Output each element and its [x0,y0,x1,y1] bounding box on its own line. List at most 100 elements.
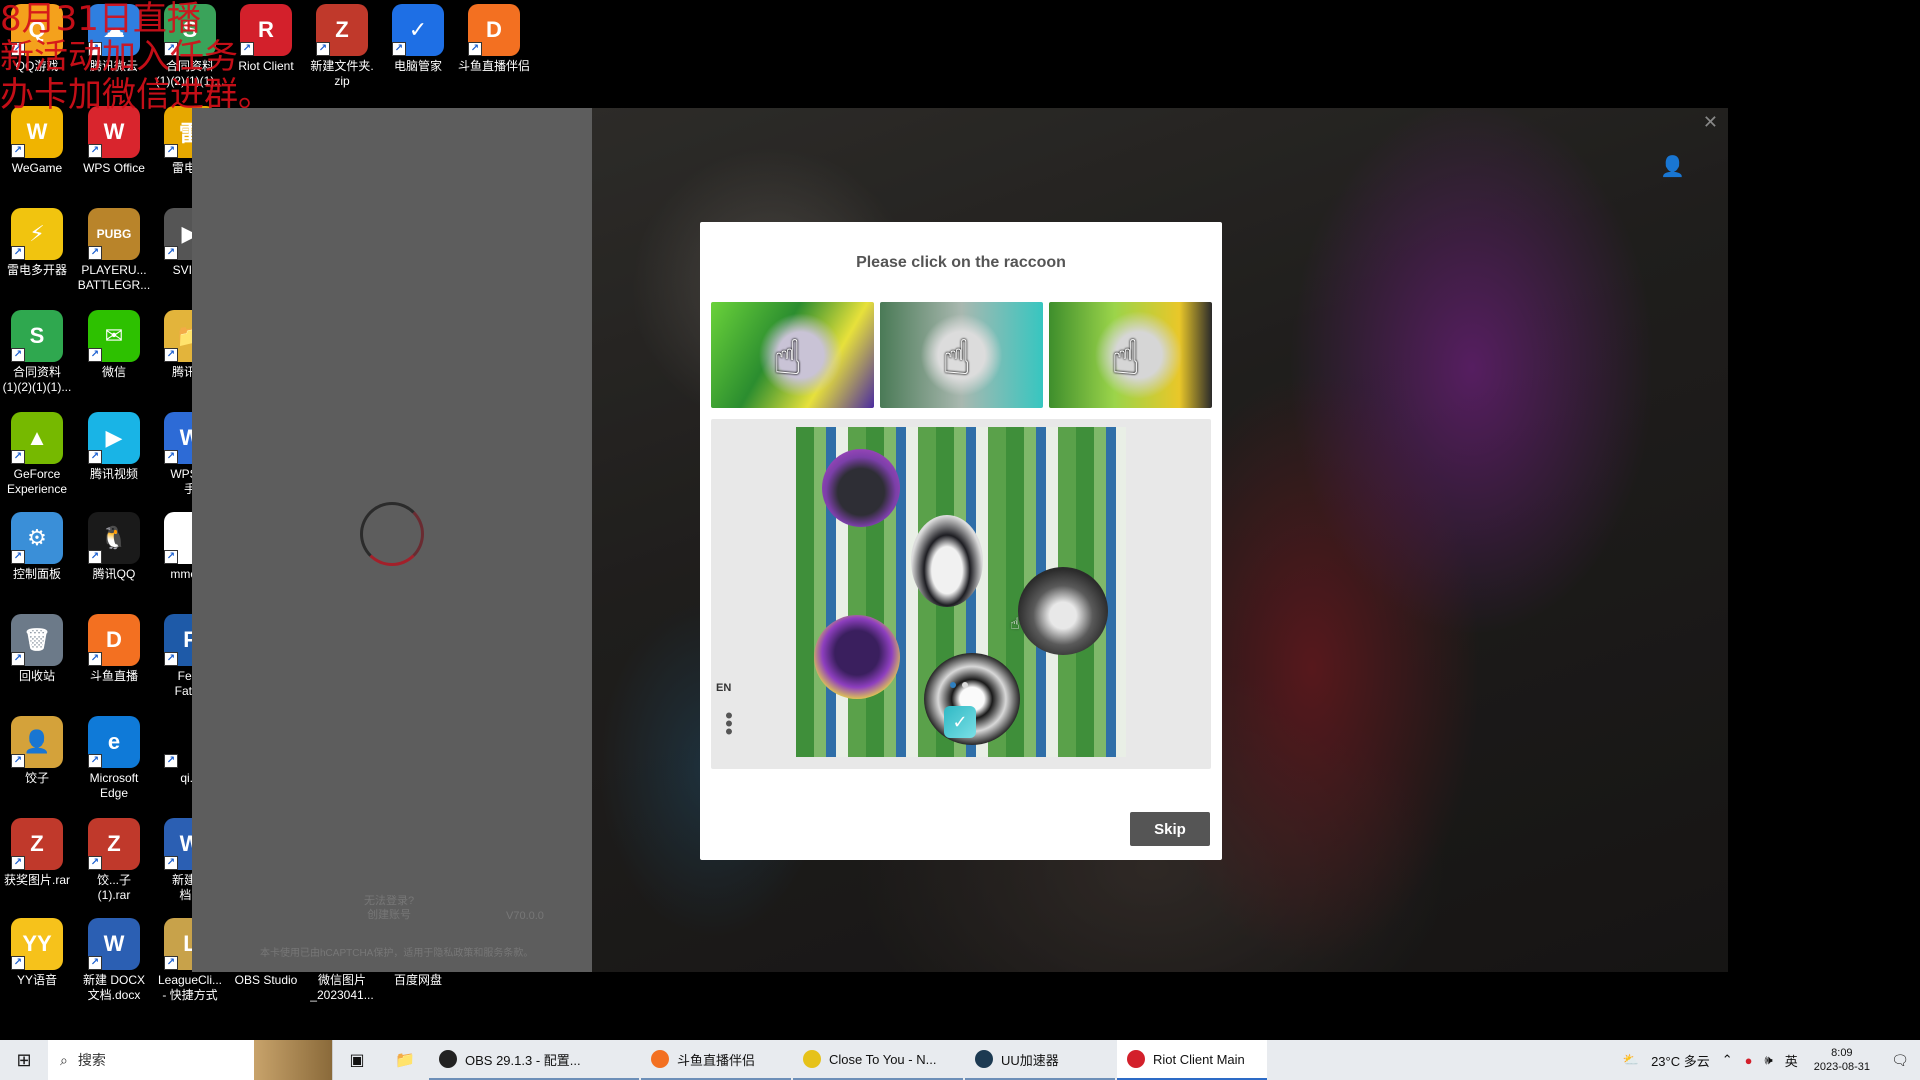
desktop-icon[interactable]: ⚙ ↗ 控制面板 [0,512,75,582]
hcaptcha-logo-icon[interactable]: ✓ [944,706,976,738]
shortcut-arrow-icon: ↗ [164,754,178,768]
weather-icon[interactable]: ⛅ [1623,1052,1639,1068]
clock-time: 8:09 [1831,1047,1853,1059]
desktop-icon[interactable]: D ↗ 斗鱼直播 [76,614,152,684]
qq-icon: 🐧 ↗ [88,512,140,564]
stream-overlay-text: 8月31日直播 新活动加入任务 办卡加微信进群。 [0,0,272,115]
page-dot[interactable] [962,682,968,688]
shortcut-arrow-icon: ↗ [88,144,102,158]
taskbar-app-button[interactable]: 斗鱼直播伴侣 [641,1040,791,1080]
desktop-icon-label: 腾讯QQ [92,567,136,581]
desktop-icon[interactable]: ▲ ↗ GeForce Experience [0,412,75,497]
desktop-icon-label: 合同资料 (1)(2)(1)(1)... [2,365,72,394]
example-image-raccoon: ☝ [1049,302,1212,408]
shortcut-arrow-icon: ↗ [88,450,102,464]
task-view-icon[interactable]: ▣ [333,1040,381,1080]
desktop-icon[interactable]: S ↗ 合同资料 (1)(2)(1)(1)... [0,310,75,395]
desktop-icon[interactable]: ✉ ↗ 微信 [76,310,152,380]
chevron-up-icon[interactable]: ⌃ [1722,1052,1733,1068]
shortcut-arrow-icon: ↗ [164,856,178,870]
desktop-icon-label: 新建文件夹. zip [310,59,374,88]
taskbar-app-button[interactable]: Close To You - N... [793,1040,963,1080]
desktop-icon-label: 雷电多开器 [6,263,67,277]
desktop-icon[interactable]: 🗑 ↗ 回收站 [0,614,75,684]
hedgehog-image[interactable] [1018,567,1108,655]
desktop-icon-label: OBS Studio [234,973,298,987]
ld-multi-icon: ⚡ ↗ [11,208,63,260]
shortcut-arrow-icon: ↗ [88,550,102,564]
desktop-icon-label: 斗鱼直播伴侣 [457,59,530,73]
desktop-icon-label: 饺...子 (1).rar [96,873,131,902]
page-dot[interactable] [950,682,956,688]
hcaptcha-dialog: Please click on the raccoon ☝ ☝ ☝ EN • • •… [700,222,1222,860]
desktop-icon[interactable]: Z ↗ 饺...子 (1).rar [76,818,152,903]
file-explorer-icon[interactable]: 📁 [381,1040,429,1080]
version-label: V70.0.0 [506,910,544,922]
login-help-links[interactable]: 无法登录? 创建账号 [364,894,414,922]
desktop-icon[interactable]: D ↗ 斗鱼直播伴侣 [456,4,532,74]
desktop-icon[interactable]: Z ↗ 新建文件夹. zip [304,4,380,89]
tray-app-icon[interactable]: ● [1745,1053,1753,1068]
shortcut-arrow-icon: ↗ [164,144,178,158]
desktop-icon[interactable]: W ↗ 新建 DOCX 文档.docx [76,918,152,1003]
start-button[interactable]: ⊞ [0,1040,48,1080]
desktop-icon[interactable]: Z ↗ 获奖图片.rar [0,818,75,888]
search-placeholder: 搜索 [77,1052,106,1068]
edge-icon: e ↗ [88,716,140,768]
riot-client-login-panel: 无法登录? 创建账号 V70.0.0 本卡使用已由hCAPTCHA保护，适用于隐… [192,108,592,972]
douyu-live-icon: D ↗ [88,614,140,666]
ime-indicator[interactable]: 英 [1785,1051,1798,1070]
shortcut-arrow-icon: ↗ [164,348,178,362]
desktop-icon[interactable]: W ↗ WPS Office [76,106,152,176]
desktop-icon-label: Microsoft Edge [89,771,139,800]
rar-archive-icon: Z ↗ [88,818,140,870]
more-options-icon[interactable]: • • • [724,705,734,743]
taskbar-app-button[interactable]: Riot Client Main [1117,1040,1267,1080]
penguin-image[interactable] [911,515,983,607]
desktop-icon[interactable]: ⚡ ↗ 雷电多开器 [0,208,75,278]
taskbar-app-button[interactable]: OBS 29.1.3 - 配置... [429,1040,639,1080]
clock[interactable]: 8:09 2023-08-31 [1814,1046,1870,1074]
taskbar-app-label: UU加速器 [1001,1052,1059,1068]
taskbar-app-button[interactable]: UU加速器 [965,1040,1115,1080]
spreadsheet-icon: S ↗ [11,310,63,362]
desktop-icon-label: YY语音 [16,973,57,987]
shortcut-arrow-icon: ↗ [316,42,330,56]
wechat-icon: ✉ ↗ [88,310,140,362]
desktop-icon[interactable]: 👤 ↗ 饺子 [0,716,75,786]
shortcut-arrow-icon: ↗ [88,856,102,870]
app-icon [651,1050,669,1068]
desktop-icon[interactable]: PUBG ↗ PLAYERU... BATTLEGR... [76,208,152,293]
notification-icon[interactable]: 🗨 [1880,1052,1920,1069]
speaker-icon[interactable]: 🕪 [1765,1052,1773,1068]
pointer-hand-icon: ☝ [773,332,803,385]
close-icon[interactable]: ✕ [1703,112,1718,133]
rar-archive-icon: Z ↗ [11,818,63,870]
shortcut-arrow-icon: ↗ [164,450,178,464]
bat-image[interactable] [814,615,900,699]
desktop-icon[interactable]: 🐧 ↗ 腾讯QQ [76,512,152,582]
shortcut-arrow-icon: ↗ [88,348,102,362]
desktop-icon-label: LeagueCli... - 快捷方式 [157,973,223,1002]
desktop-icon[interactable]: YY ↗ YY语音 [0,918,75,988]
pointer-hand-icon: ☝ [942,332,972,385]
desktop-icon-label: 饺子 [24,771,49,785]
yy-icon: YY ↗ [11,918,63,970]
search-box[interactable]: ⌕ 搜索 [48,1040,333,1080]
desktop-icon[interactable]: ✓ ↗ 电脑管家 [380,4,456,74]
zip-archive-icon: Z ↗ [316,4,368,56]
desktop-icon[interactable]: ▶ ↗ 腾讯视频 [76,412,152,482]
desktop-icon[interactable]: W ↗ WeGame [0,106,75,176]
search-highlight-image [254,1040,332,1080]
shortcut-arrow-icon: ↗ [11,956,25,970]
app-icon [1127,1050,1145,1068]
cat-image[interactable] [822,449,900,527]
desktop-icon-label: 微信图片 _2023041... [310,973,374,1002]
skip-button[interactable]: Skip [1130,812,1210,846]
weather-text[interactable]: 23°C 多云 [1651,1051,1710,1070]
desktop-icon[interactable]: e ↗ Microsoft Edge [76,716,152,801]
example-image-raccoon: ☝ [711,302,874,408]
desktop-icon-label: 控制面板 [12,567,61,581]
language-selector[interactable]: EN [716,682,731,694]
recycle-bin-icon: 🗑 ↗ [11,614,63,666]
